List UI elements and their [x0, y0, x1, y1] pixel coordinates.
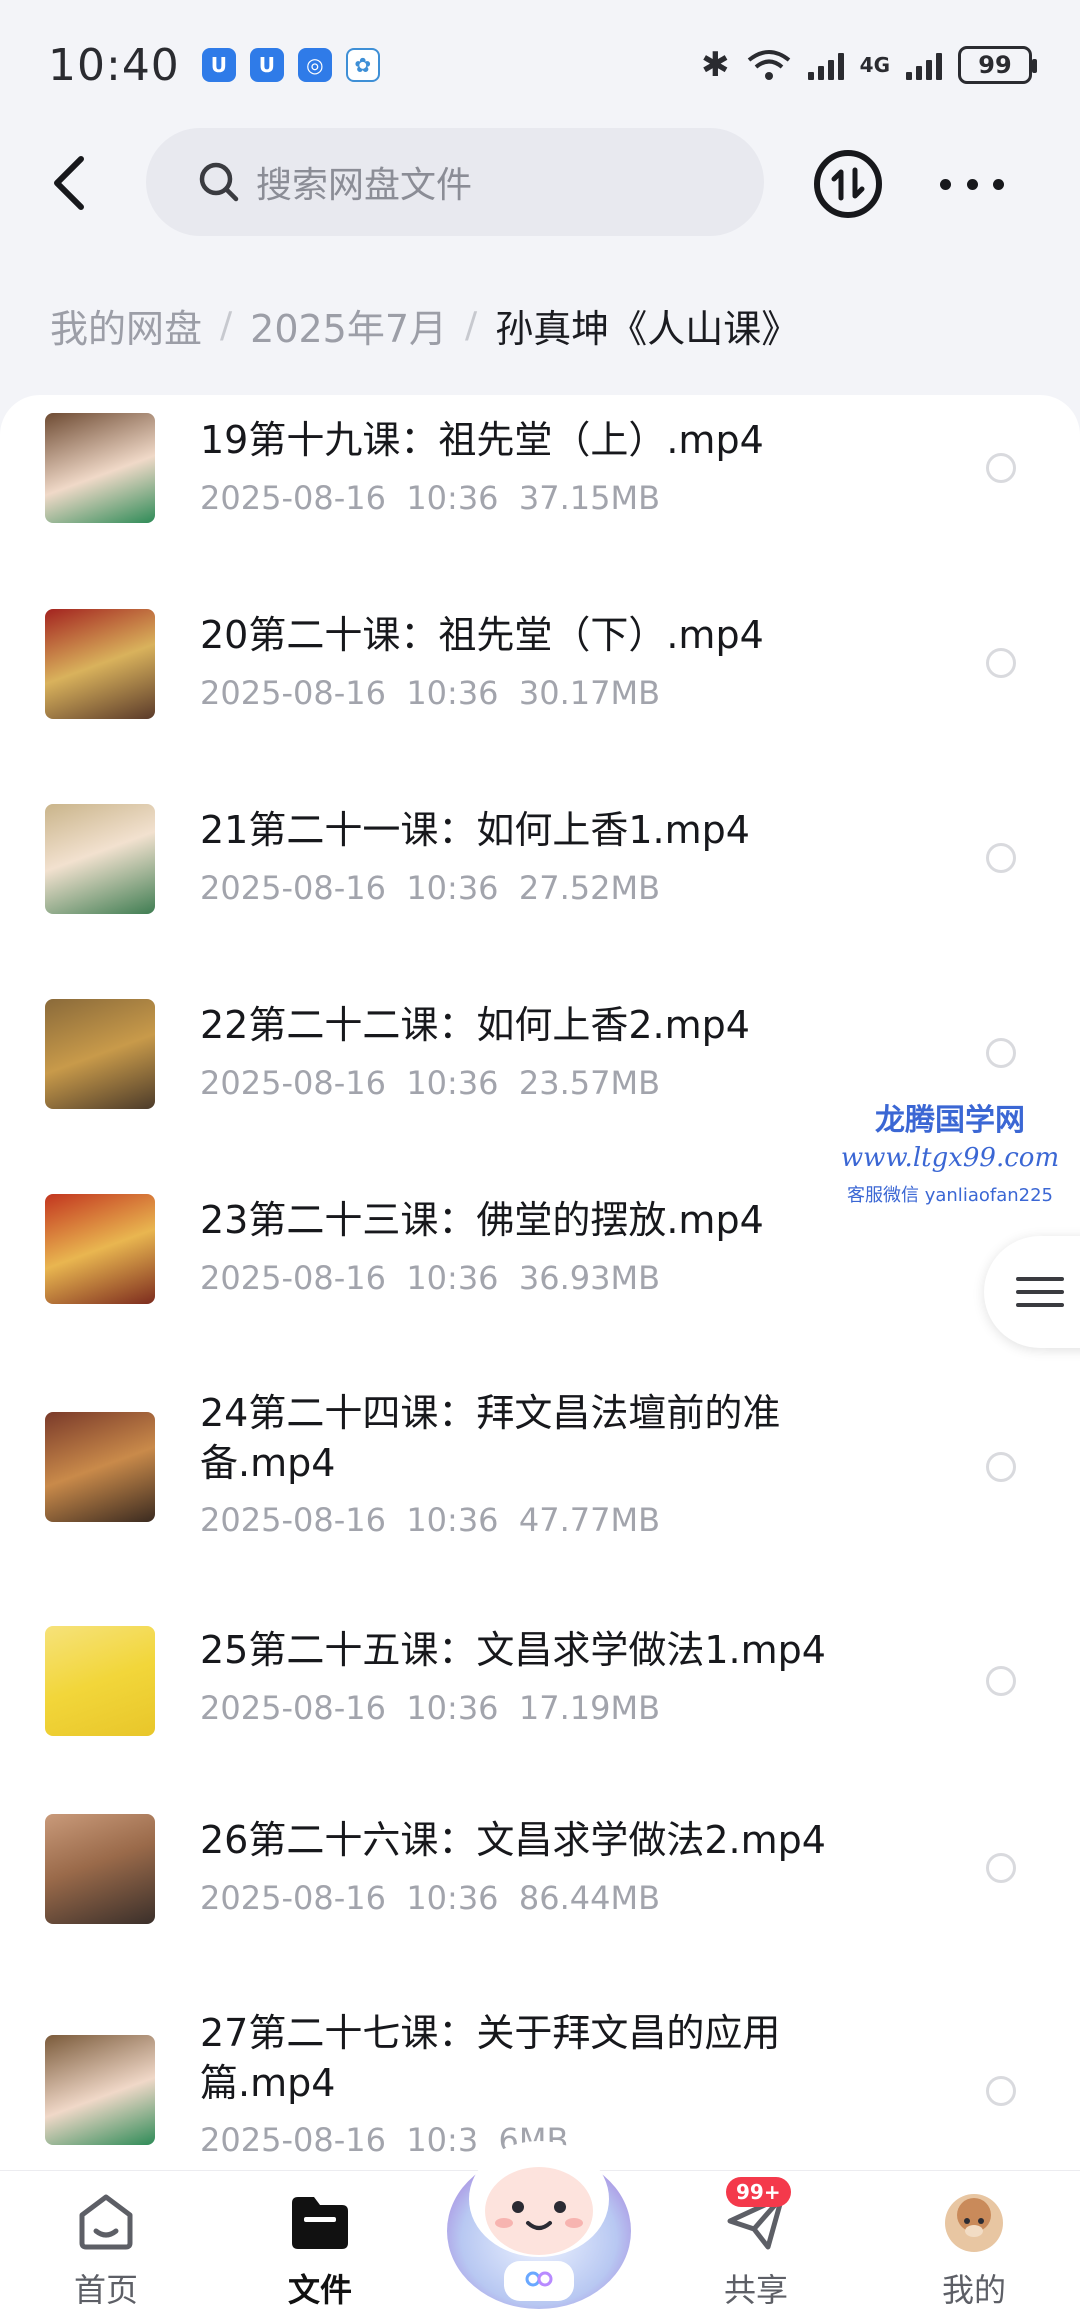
battery-level: 99 — [978, 51, 1012, 79]
top-bar: 搜索网盘文件 — [0, 128, 1080, 238]
status-system-icons: ✱ 4G 99 — [701, 45, 1037, 85]
app-notification-icon: U — [201, 48, 236, 82]
file-meta: 2025-08-16 10:36 36.93MB — [200, 1259, 661, 1297]
menu-line — [1016, 1303, 1064, 1307]
file-name: 22第二十二课：如何上香2.mp4 — [200, 1003, 750, 1047]
more-dot — [940, 178, 951, 190]
nav-item-files[interactable]: 文件 — [250, 2191, 390, 2311]
file-list: 19第十九课：祖先堂（上）.mp4 2025-08-16 10:36 37.15… — [0, 395, 1080, 2170]
status-time: 10:40 — [48, 39, 180, 91]
file-meta: 2025-08-16 10:36 30.17MB — [200, 674, 661, 712]
select-checkbox[interactable] — [986, 1038, 1016, 1068]
breadcrumb: 我的网盘 / 2025年7月 / 孙真坤《人山课》 — [50, 295, 799, 355]
search-input[interactable]: 搜索网盘文件 — [146, 128, 764, 236]
search-icon — [199, 162, 239, 202]
ai-assistant-mascot-icon[interactable] — [432, 2111, 646, 2311]
file-list-item[interactable]: 20第二十课：祖先堂（下）.mp4 2025-08-16 10:36 30.17… — [0, 580, 1080, 775]
breadcrumb-separator: / — [220, 304, 233, 346]
upload-download-icon — [831, 167, 865, 201]
file-name: 24第二十四课：拜文昌法壇前的准备.mp4 — [200, 1391, 781, 1485]
file-name: 20第二十课：祖先堂（下）.mp4 — [200, 613, 764, 657]
file-name: 26第二十六课：文昌求学做法2.mp4 — [200, 1818, 826, 1862]
menu-line — [1016, 1290, 1064, 1294]
back-button[interactable] — [34, 148, 104, 218]
video-thumbnail — [45, 804, 155, 914]
file-list-item[interactable]: 25第二十五课：文昌求学做法1.mp4 2025-08-16 10:36 17.… — [0, 1605, 1080, 1795]
file-meta: 2025-08-16 10:36 37.15MB — [200, 479, 661, 517]
bottom-navigation: 首页 文件 99+ 共享 我的 — [0, 2141, 1080, 2324]
app-notification-icon: ◎ — [297, 48, 332, 82]
watermark-url: www.ltgx99.com — [840, 1143, 1060, 1173]
file-name: 21第二十一课：如何上香1.mp4 — [200, 808, 750, 852]
breadcrumb-item-folder[interactable]: 2025年7月 — [250, 298, 447, 353]
video-thumbnail — [45, 1814, 155, 1924]
cloud-app-icon: ✿ — [345, 48, 380, 82]
nav-label: 共享 — [723, 2271, 788, 2309]
select-checkbox[interactable] — [986, 648, 1016, 678]
watermark-title: 龙腾国学网 — [875, 1103, 1025, 1138]
avatar — [945, 2194, 1003, 2252]
file-meta: 2025-08-16 10:36 86.44MB — [200, 1879, 661, 1917]
nav-label: 首页 — [73, 2271, 138, 2309]
file-list-item[interactable]: 24第二十四课：拜文昌法壇前的准备.mp4 2025-08-16 10:36 4… — [0, 1360, 1080, 1605]
signal-strength-icon — [807, 50, 844, 80]
breadcrumb-item-root[interactable]: 我的网盘 — [50, 298, 202, 353]
nav-label: 我的 — [941, 2271, 1006, 2309]
back-arrow-icon — [54, 156, 84, 210]
file-meta: 2025-08-16 10:36 23.57MB — [200, 1064, 661, 1102]
video-thumbnail — [45, 609, 155, 719]
breadcrumb-item-current: 孙真坤《人山课》 — [495, 306, 800, 351]
search-placeholder: 搜索网盘文件 — [256, 165, 473, 206]
select-checkbox[interactable] — [986, 453, 1016, 483]
wifi-icon — [747, 50, 790, 80]
video-thumbnail — [45, 413, 155, 523]
select-checkbox[interactable] — [986, 843, 1016, 873]
notification-badge: 99+ — [726, 2177, 791, 2207]
select-checkbox[interactable] — [986, 1666, 1016, 1696]
file-name: 19第十九课：祖先堂（上）.mp4 — [200, 418, 764, 462]
bluetooth-icon: ✱ — [701, 45, 730, 85]
menu-line — [1016, 1277, 1064, 1281]
video-thumbnail — [45, 1412, 155, 1522]
app-notification-icon: U — [249, 48, 284, 82]
file-list-item[interactable]: 26第二十六课：文昌求学做法2.mp4 2025-08-16 10:36 86.… — [0, 1795, 1080, 1990]
watermark-note: 客服微信 yanliaofan225 — [847, 1185, 1053, 1206]
more-dot — [993, 178, 1004, 190]
more-dot — [966, 178, 978, 190]
file-list-item[interactable]: 21第二十一课：如何上香1.mp4 2025-08-16 10:36 27.52… — [0, 775, 1080, 970]
battery-icon: 99 — [958, 46, 1037, 84]
file-meta: 2025-08-16 10:36 27.52MB — [200, 869, 661, 907]
breadcrumb-separator: / — [465, 304, 478, 346]
status-bar: 10:40 U U ◎ ✿ ✱ 4G 99 — [0, 0, 1080, 130]
status-notification-icons: U U ◎ ✿ — [201, 48, 380, 82]
select-checkbox[interactable] — [986, 1452, 1016, 1482]
transfer-list-button[interactable] — [814, 150, 882, 218]
file-name: 27第二十七课：关于拜文昌的应用篇.mp4 — [200, 2011, 781, 2105]
nav-item-home[interactable]: 首页 — [36, 2191, 176, 2311]
nav-item-share[interactable]: 99+ 共享 — [686, 2177, 826, 2311]
file-meta: 2025-08-16 10:36 47.77MB — [200, 1501, 661, 1539]
signal-strength-icon — [906, 50, 942, 80]
video-thumbnail — [45, 1194, 155, 1304]
file-name: 23第二十三课：佛堂的摆放.mp4 — [200, 1198, 764, 1242]
video-thumbnail — [45, 999, 155, 1109]
watermark-overlay: 龙腾国学网 www.ltgx99.com 客服微信 yanliaofan225 — [820, 1095, 1080, 1207]
video-thumbnail — [45, 1626, 155, 1736]
select-checkbox[interactable] — [986, 1853, 1016, 1883]
video-thumbnail — [45, 2035, 155, 2145]
select-checkbox[interactable] — [986, 2076, 1016, 2106]
file-name: 25第二十五课：文昌求学做法1.mp4 — [200, 1628, 826, 1672]
network-type-label: 4G — [859, 53, 890, 77]
nav-label: 文件 — [287, 2271, 352, 2309]
folder-icon — [292, 2197, 348, 2249]
file-meta: 2025-08-16 10:36 17.19MB — [200, 1689, 661, 1727]
more-options-button[interactable] — [940, 162, 1004, 206]
nav-item-profile[interactable]: 我的 — [904, 2191, 1044, 2311]
file-list-item[interactable]: 19第十九课：祖先堂（上）.mp4 2025-08-16 10:36 37.15… — [0, 395, 1080, 580]
home-icon — [79, 2194, 133, 2250]
